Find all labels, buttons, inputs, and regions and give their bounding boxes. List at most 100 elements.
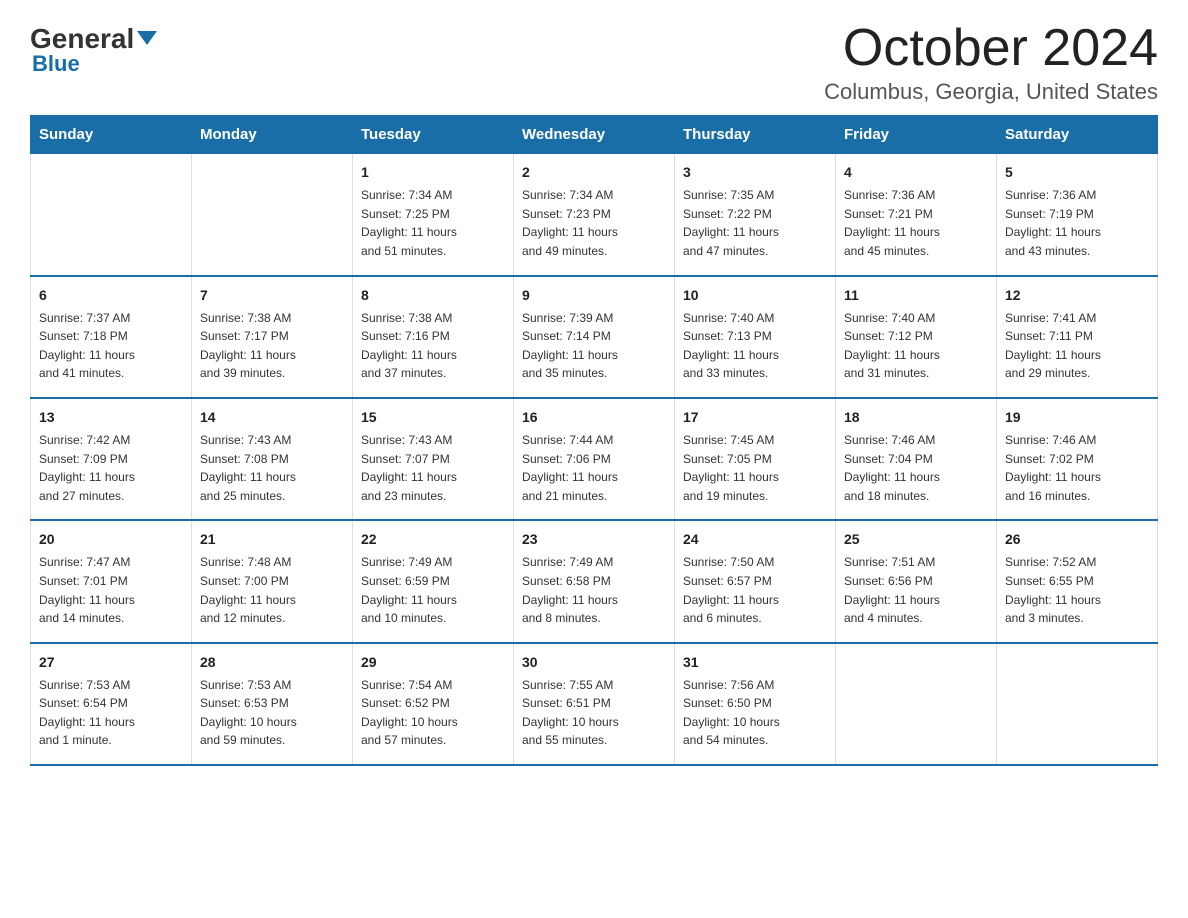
day-info: Sunrise: 7:50 AMSunset: 6:57 PMDaylight:…: [683, 553, 827, 627]
calendar-cell: 16Sunrise: 7:44 AMSunset: 7:06 PMDayligh…: [514, 398, 675, 520]
calendar-cell: 5 Sunrise: 7:36 AMSunset: 7:19 PMDaylight…: [997, 154, 1158, 276]
logo: General Blue: [30, 25, 157, 77]
calendar-cell: 15 Sunrise: 7:43 AMSunset: 7:07 PMDayligh…: [353, 398, 514, 520]
calendar-week-row: 20 Sunrise: 7:47 AMSunset: 7:01 PMDayligh…: [31, 520, 1158, 642]
calendar-cell: 2Sunrise: 7:34 AMSunset: 7:23 PMDaylight…: [514, 154, 675, 276]
day-info: Sunrise: 7:35 AMSunset: 7:22 PMDaylight:…: [683, 186, 827, 260]
day-number: 14: [200, 407, 344, 428]
calendar-cell: 24Sunrise: 7:50 AMSunset: 6:57 PMDayligh…: [675, 520, 836, 642]
day-info: Sunrise: 7:34 AMSunset: 7:25 PMDaylight:…: [361, 186, 505, 260]
calendar-cell: 3Sunrise: 7:35 AMSunset: 7:22 PMDaylight…: [675, 154, 836, 276]
day-info: Sunrise: 7:49 AMSunset: 6:58 PMDaylight:…: [522, 553, 666, 627]
day-number: 21: [200, 529, 344, 550]
day-info: Sunrise: 7:52 AMSunset: 6:55 PMDaylight:…: [1005, 553, 1149, 627]
day-info: Sunrise: 7:47 AMSunset: 7:01 PMDaylight:…: [39, 553, 183, 627]
day-number: 29: [361, 652, 505, 673]
calendar-cell: 30Sunrise: 7:55 AMSunset: 6:51 PMDayligh…: [514, 643, 675, 765]
logo-blue-text: Blue: [32, 51, 80, 77]
day-info: Sunrise: 7:38 AMSunset: 7:16 PMDaylight:…: [361, 309, 505, 383]
calendar-cell: 29 Sunrise: 7:54 AMSunset: 6:52 PMDayligh…: [353, 643, 514, 765]
day-info: Sunrise: 7:39 AMSunset: 7:14 PMDaylight:…: [522, 309, 666, 383]
page-header: General Blue October 2024 Columbus, Geor…: [30, 20, 1158, 105]
calendar-cell: 11Sunrise: 7:40 AMSunset: 7:12 PMDayligh…: [836, 276, 997, 398]
day-number: 27: [39, 652, 183, 673]
day-number: 11: [844, 285, 988, 306]
calendar-cell: 20 Sunrise: 7:47 AMSunset: 7:01 PMDayligh…: [31, 520, 192, 642]
weekday-header-monday: Monday: [192, 116, 353, 154]
day-info: Sunrise: 7:42 AMSunset: 7:09 PMDaylight:…: [39, 431, 183, 505]
calendar-table: SundayMondayTuesdayWednesdayThursdayFrid…: [30, 115, 1158, 766]
day-info: Sunrise: 7:44 AMSunset: 7:06 PMDaylight:…: [522, 431, 666, 505]
day-info: Sunrise: 7:46 AMSunset: 7:04 PMDaylight:…: [844, 431, 988, 505]
day-number: 22: [361, 529, 505, 550]
calendar-cell: 27 Sunrise: 7:53 AMSunset: 6:54 PMDayligh…: [31, 643, 192, 765]
day-info: Sunrise: 7:41 AMSunset: 7:11 PMDaylight:…: [1005, 309, 1149, 383]
day-info: Sunrise: 7:49 AMSunset: 6:59 PMDaylight:…: [361, 553, 505, 627]
weekday-header-sunday: Sunday: [31, 116, 192, 154]
day-number: 10: [683, 285, 827, 306]
day-number: 18: [844, 407, 988, 428]
day-info: Sunrise: 7:36 AMSunset: 7:21 PMDaylight:…: [844, 186, 988, 260]
weekday-header-tuesday: Tuesday: [353, 116, 514, 154]
day-number: 28: [200, 652, 344, 673]
day-number: 19: [1005, 407, 1149, 428]
day-info: Sunrise: 7:38 AMSunset: 7:17 PMDaylight:…: [200, 309, 344, 383]
calendar-cell: [31, 154, 192, 276]
day-number: 15: [361, 407, 505, 428]
day-number: 17: [683, 407, 827, 428]
logo-arrow-icon: [137, 31, 157, 45]
calendar-cell: 1Sunrise: 7:34 AMSunset: 7:25 PMDaylight…: [353, 154, 514, 276]
day-number: 23: [522, 529, 666, 550]
calendar-cell: 22 Sunrise: 7:49 AMSunset: 6:59 PMDayligh…: [353, 520, 514, 642]
day-number: 5: [1005, 162, 1149, 183]
weekday-header-thursday: Thursday: [675, 116, 836, 154]
weekday-header-wednesday: Wednesday: [514, 116, 675, 154]
title-section: October 2024 Columbus, Georgia, United S…: [824, 20, 1158, 105]
day-info: Sunrise: 7:37 AMSunset: 7:18 PMDaylight:…: [39, 309, 183, 383]
calendar-week-row: 13 Sunrise: 7:42 AMSunset: 7:09 PMDayligh…: [31, 398, 1158, 520]
calendar-cell: 31 Sunrise: 7:56 AMSunset: 6:50 PMDayligh…: [675, 643, 836, 765]
day-number: 9: [522, 285, 666, 306]
day-info: Sunrise: 7:54 AMSunset: 6:52 PMDaylight:…: [361, 676, 505, 750]
day-info: Sunrise: 7:36 AMSunset: 7:19 PMDaylight:…: [1005, 186, 1149, 260]
calendar-cell: 6 Sunrise: 7:37 AMSunset: 7:18 PMDaylight…: [31, 276, 192, 398]
day-number: 25: [844, 529, 988, 550]
calendar-cell: 26 Sunrise: 7:52 AMSunset: 6:55 PMDayligh…: [997, 520, 1158, 642]
calendar-cell: 12 Sunrise: 7:41 AMSunset: 7:11 PMDayligh…: [997, 276, 1158, 398]
day-number: 26: [1005, 529, 1149, 550]
location-subtitle: Columbus, Georgia, United States: [824, 79, 1158, 105]
calendar-cell: 21Sunrise: 7:48 AMSunset: 7:00 PMDayligh…: [192, 520, 353, 642]
calendar-cell: 25Sunrise: 7:51 AMSunset: 6:56 PMDayligh…: [836, 520, 997, 642]
calendar-cell: 19 Sunrise: 7:46 AMSunset: 7:02 PMDayligh…: [997, 398, 1158, 520]
calendar-cell: 17 Sunrise: 7:45 AMSunset: 7:05 PMDayligh…: [675, 398, 836, 520]
day-info: Sunrise: 7:53 AMSunset: 6:53 PMDaylight:…: [200, 676, 344, 750]
calendar-cell: [836, 643, 997, 765]
day-info: Sunrise: 7:34 AMSunset: 7:23 PMDaylight:…: [522, 186, 666, 260]
logo-general-text: General: [30, 25, 157, 53]
day-number: 13: [39, 407, 183, 428]
day-info: Sunrise: 7:43 AMSunset: 7:08 PMDaylight:…: [200, 431, 344, 505]
calendar-cell: 18 Sunrise: 7:46 AMSunset: 7:04 PMDayligh…: [836, 398, 997, 520]
day-info: Sunrise: 7:53 AMSunset: 6:54 PMDaylight:…: [39, 676, 183, 750]
day-number: 31: [683, 652, 827, 673]
weekday-header-saturday: Saturday: [997, 116, 1158, 154]
calendar-cell: 9 Sunrise: 7:39 AMSunset: 7:14 PMDaylight…: [514, 276, 675, 398]
day-number: 6: [39, 285, 183, 306]
day-info: Sunrise: 7:56 AMSunset: 6:50 PMDaylight:…: [683, 676, 827, 750]
day-number: 12: [1005, 285, 1149, 306]
day-number: 20: [39, 529, 183, 550]
calendar-cell: 23 Sunrise: 7:49 AMSunset: 6:58 PMDayligh…: [514, 520, 675, 642]
day-info: Sunrise: 7:46 AMSunset: 7:02 PMDaylight:…: [1005, 431, 1149, 505]
day-info: Sunrise: 7:40 AMSunset: 7:13 PMDaylight:…: [683, 309, 827, 383]
calendar-cell: 4Sunrise: 7:36 AMSunset: 7:21 PMDaylight…: [836, 154, 997, 276]
calendar-cell: 10 Sunrise: 7:40 AMSunset: 7:13 PMDayligh…: [675, 276, 836, 398]
calendar-cell: [997, 643, 1158, 765]
day-info: Sunrise: 7:45 AMSunset: 7:05 PMDaylight:…: [683, 431, 827, 505]
calendar-cell: 8 Sunrise: 7:38 AMSunset: 7:16 PMDaylight…: [353, 276, 514, 398]
calendar-cell: 14 Sunrise: 7:43 AMSunset: 7:08 PMDayligh…: [192, 398, 353, 520]
calendar-week-row: 27 Sunrise: 7:53 AMSunset: 6:54 PMDayligh…: [31, 643, 1158, 765]
day-info: Sunrise: 7:43 AMSunset: 7:07 PMDaylight:…: [361, 431, 505, 505]
calendar-cell: 7Sunrise: 7:38 AMSunset: 7:17 PMDaylight…: [192, 276, 353, 398]
calendar-week-row: 1Sunrise: 7:34 AMSunset: 7:25 PMDaylight…: [31, 154, 1158, 276]
day-number: 8: [361, 285, 505, 306]
